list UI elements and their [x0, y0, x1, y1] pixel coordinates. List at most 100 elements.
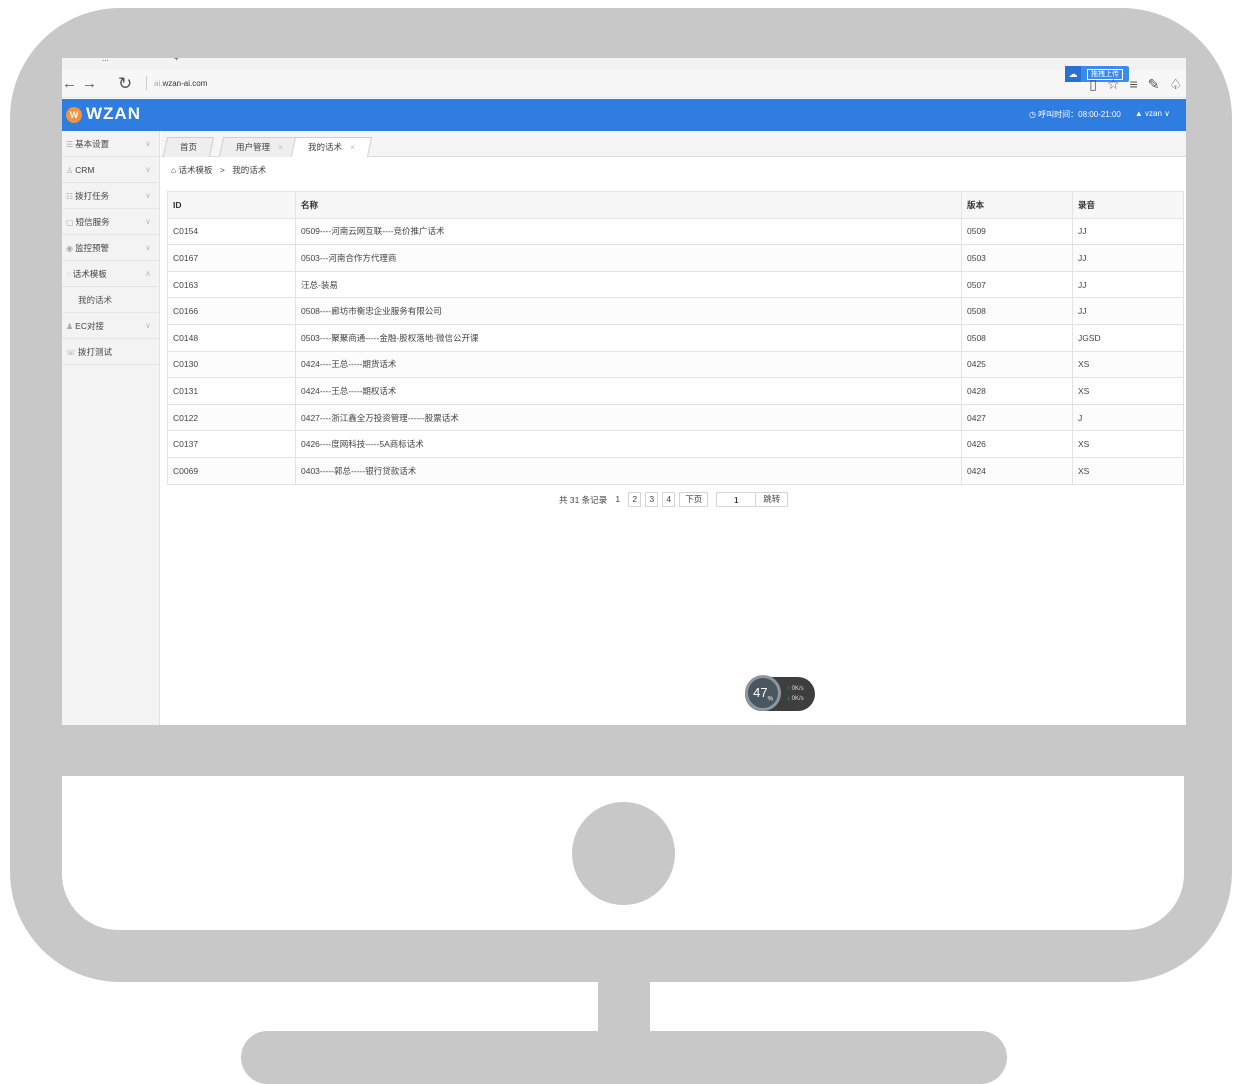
logo-icon: W — [66, 107, 82, 123]
forward-arrow-icon[interactable]: → — [82, 75, 97, 92]
tab-home[interactable]: 首页 — [162, 137, 215, 157]
main-content: 首页 用户管理 × 我的话术 × ⌂ 话术模板 > 我的话术 ID 名称 版本 录音 — [161, 131, 1186, 725]
sidebar-item-crm[interactable]: ♙ CRM ∨ — [62, 157, 159, 183]
sidebar-item-script-templates[interactable]: ◌ 话术模板 ∧ — [62, 261, 159, 287]
sidebar-subitem-my-scripts[interactable]: 我的话术 — [62, 287, 159, 313]
sidebar-item-dial-tasks[interactable]: ☷ 拨打任务 ∨ — [62, 183, 159, 209]
breadcrumb: ⌂ 话术模板 > 我的话术 — [171, 164, 266, 176]
cell-id: C0122 — [167, 403, 296, 432]
sidebar-item-monitoring[interactable]: ◉ 监控预警 ∨ — [62, 235, 159, 261]
tab-label: 首页 — [180, 142, 198, 152]
cell-version: 0428 — [961, 377, 1073, 405]
chevron-down-icon: ∨ — [145, 217, 151, 226]
table-row[interactable]: C0137 0426----度网科技-----5A商标话术 0426 XS — [167, 430, 1184, 458]
table-row[interactable]: C0069 0403-----郭总-----银行贷款话术 0424 XS — [167, 456, 1184, 485]
cell-version: 0426 — [961, 430, 1073, 458]
address-divider — [146, 76, 147, 90]
table-row[interactable]: C0148 0503----聚聚商通-----金融-股权落地-微信公开课 0508 J… — [167, 323, 1184, 352]
eye-icon: ◉ — [66, 244, 73, 253]
jump-button[interactable]: 跳转 — [755, 492, 789, 507]
cell-id: C0167 — [167, 244, 296, 272]
cell-version: 0508 — [961, 323, 1073, 352]
browser-toolbar: ← → ↻ ai.wzan-ai.com ☁ 拖拽上传 ▯ ☆ ≡ ✎ ♤ — [62, 66, 1186, 98]
sidebar-item-basic-settings[interactable]: ☰ 基本设置 ∨ — [62, 131, 159, 157]
cell-id: C0166 — [167, 297, 296, 325]
table-row[interactable]: C0154 0509----河南云网互联----竞价推广话术 0509 JJ — [167, 217, 1184, 246]
table-row[interactable]: C0131 0424----王总-----期权话术 0428 XS — [167, 377, 1184, 405]
pagination-total: 共 31 条记录 — [559, 494, 608, 505]
cell-name: 汪总-装易 — [295, 270, 962, 299]
screen: ... + ← → ↻ ai.wzan-ai.com ☁ 拖拽上传 ▯ ☆ ≡ … — [62, 58, 1186, 725]
upload-speed: 0K/s — [791, 686, 804, 692]
chat-icon: ◌ — [66, 270, 71, 279]
network-speed-widget[interactable]: 47% ↑ 0K/s ↓ 0K/s — [745, 675, 815, 711]
cell-version: 0425 — [961, 350, 1073, 379]
column-header-name[interactable]: 名称 — [295, 191, 962, 219]
speed-readouts: ↑ 0K/s ↓ 0K/s — [787, 684, 804, 704]
cell-name: 0427----浙江鑫全万投资管理------股票话术 — [295, 403, 962, 432]
new-tab-button[interactable]: + — [174, 58, 179, 63]
browser-toolbar-icons: ▯ ☆ ≡ ✎ ♤ — [1089, 73, 1182, 95]
back-arrow-icon[interactable]: ← — [62, 75, 77, 92]
address-bar[interactable]: ai.wzan-ai.com — [154, 76, 654, 92]
sidebar-item-dial-test[interactable]: ☏ 拨打测试 — [62, 339, 159, 365]
bell-icon[interactable]: ♤ — [1169, 76, 1182, 93]
settings-icon: ☰ — [66, 140, 74, 149]
cell-id: C0130 — [167, 350, 296, 379]
cell-version: 0427 — [961, 403, 1073, 432]
column-header-version[interactable]: 版本 — [961, 191, 1073, 219]
cell-name: 0403-----郭总-----银行贷款话术 — [295, 456, 962, 485]
reader-mode-icon[interactable]: ▯ — [1089, 76, 1097, 93]
cell-recording: JGSD — [1072, 323, 1184, 352]
sidebar-item-sms[interactable]: ▢ 短信服务 ∨ — [62, 209, 159, 235]
tab-my-scripts[interactable]: 我的话术 × — [290, 137, 373, 157]
browser-tab-title[interactable]: ... — [102, 58, 109, 63]
sidebar-item-label: CRM — [75, 165, 95, 175]
cell-id: C0163 — [167, 270, 296, 299]
cell-name: 0503----聚聚商通-----金融-股权落地-微信公开课 — [295, 323, 962, 352]
table-row[interactable]: C0167 0503---河南合作方代理商 0503 JJ — [167, 244, 1184, 272]
sidebar: ☰ 基本设置 ∨ ♙ CRM ∨ ☷ 拨打任务 ∨ ▢ 短信服务 ∨ ◉ 监控预警 ∨ ◌ 话术模板 ∧… — [62, 131, 160, 725]
user-menu[interactable]: ▲ vzan ∨ — [1135, 109, 1170, 120]
sidebar-item-label: 监控预警 — [74, 243, 109, 253]
cell-recording: JJ — [1072, 270, 1184, 299]
page-tabs: 首页 用户管理 × 我的话术 × — [161, 131, 1186, 157]
jump-page-input[interactable] — [716, 492, 757, 507]
favorite-star-icon[interactable]: ☆ — [1107, 76, 1120, 93]
column-header-recording[interactable]: 录音 — [1072, 191, 1184, 219]
chevron-down-icon: ∨ — [145, 139, 151, 148]
header-right: ◷ 呼叫时间：08:00-21:00 ▲ vzan ∨ — [1029, 109, 1170, 120]
table-row[interactable]: C0130 0424----王总-----期货话术 0425 XS — [167, 350, 1184, 379]
pen-icon[interactable]: ✎ — [1148, 76, 1160, 93]
close-icon[interactable]: × — [350, 142, 355, 152]
close-icon[interactable]: × — [278, 142, 283, 152]
monitor-stand-neck — [598, 978, 650, 1034]
download-speed: 0K/s — [791, 696, 804, 702]
page-1-button[interactable]: 1 — [611, 492, 625, 507]
table-row[interactable]: C0122 0427----浙江鑫全万投资管理------股票话术 0427 J — [167, 403, 1184, 432]
tab-label: 用户管理 — [236, 142, 271, 152]
cell-version: 0508 — [961, 297, 1073, 325]
page-4-button[interactable]: 4 — [662, 492, 676, 507]
cell-recording: XS — [1072, 350, 1184, 379]
menu-icon[interactable]: ≡ — [1130, 76, 1138, 92]
next-page-button[interactable]: 下页 — [679, 492, 709, 507]
app-header: W WZAN ◷ 呼叫时间：08:00-21:00 ▲ vzan ∨ — [62, 99, 1186, 131]
user-icon: ♟ — [66, 322, 74, 331]
breadcrumb-parent[interactable]: 话术模板 — [179, 165, 213, 175]
chevron-down-icon: ∨ — [145, 165, 151, 174]
column-header-id[interactable]: ID — [167, 191, 296, 219]
page-3-button[interactable]: 3 — [645, 492, 659, 507]
refresh-icon[interactable]: ↻ — [118, 74, 132, 94]
page-2-button[interactable]: 2 — [628, 492, 642, 507]
sidebar-item-label: EC对接 — [75, 321, 104, 331]
tab-user-management[interactable]: 用户管理 × — [218, 137, 301, 157]
table-row[interactable]: C0166 0508----廊坊市衡忠企业服务有限公司 0508 JJ — [167, 297, 1184, 325]
chevron-down-icon: ∨ — [145, 191, 151, 200]
sidebar-item-ec-integration[interactable]: ♟ EC对接 ∨ — [62, 313, 159, 339]
table-row[interactable]: C0163 汪总-装易 0507 JJ — [167, 270, 1184, 299]
speed-percent: 47 — [753, 685, 768, 700]
cell-name: 0426----度网科技-----5A商标话术 — [295, 430, 962, 458]
speed-percent-unit: % — [767, 696, 773, 703]
cell-recording: XS — [1072, 377, 1184, 405]
